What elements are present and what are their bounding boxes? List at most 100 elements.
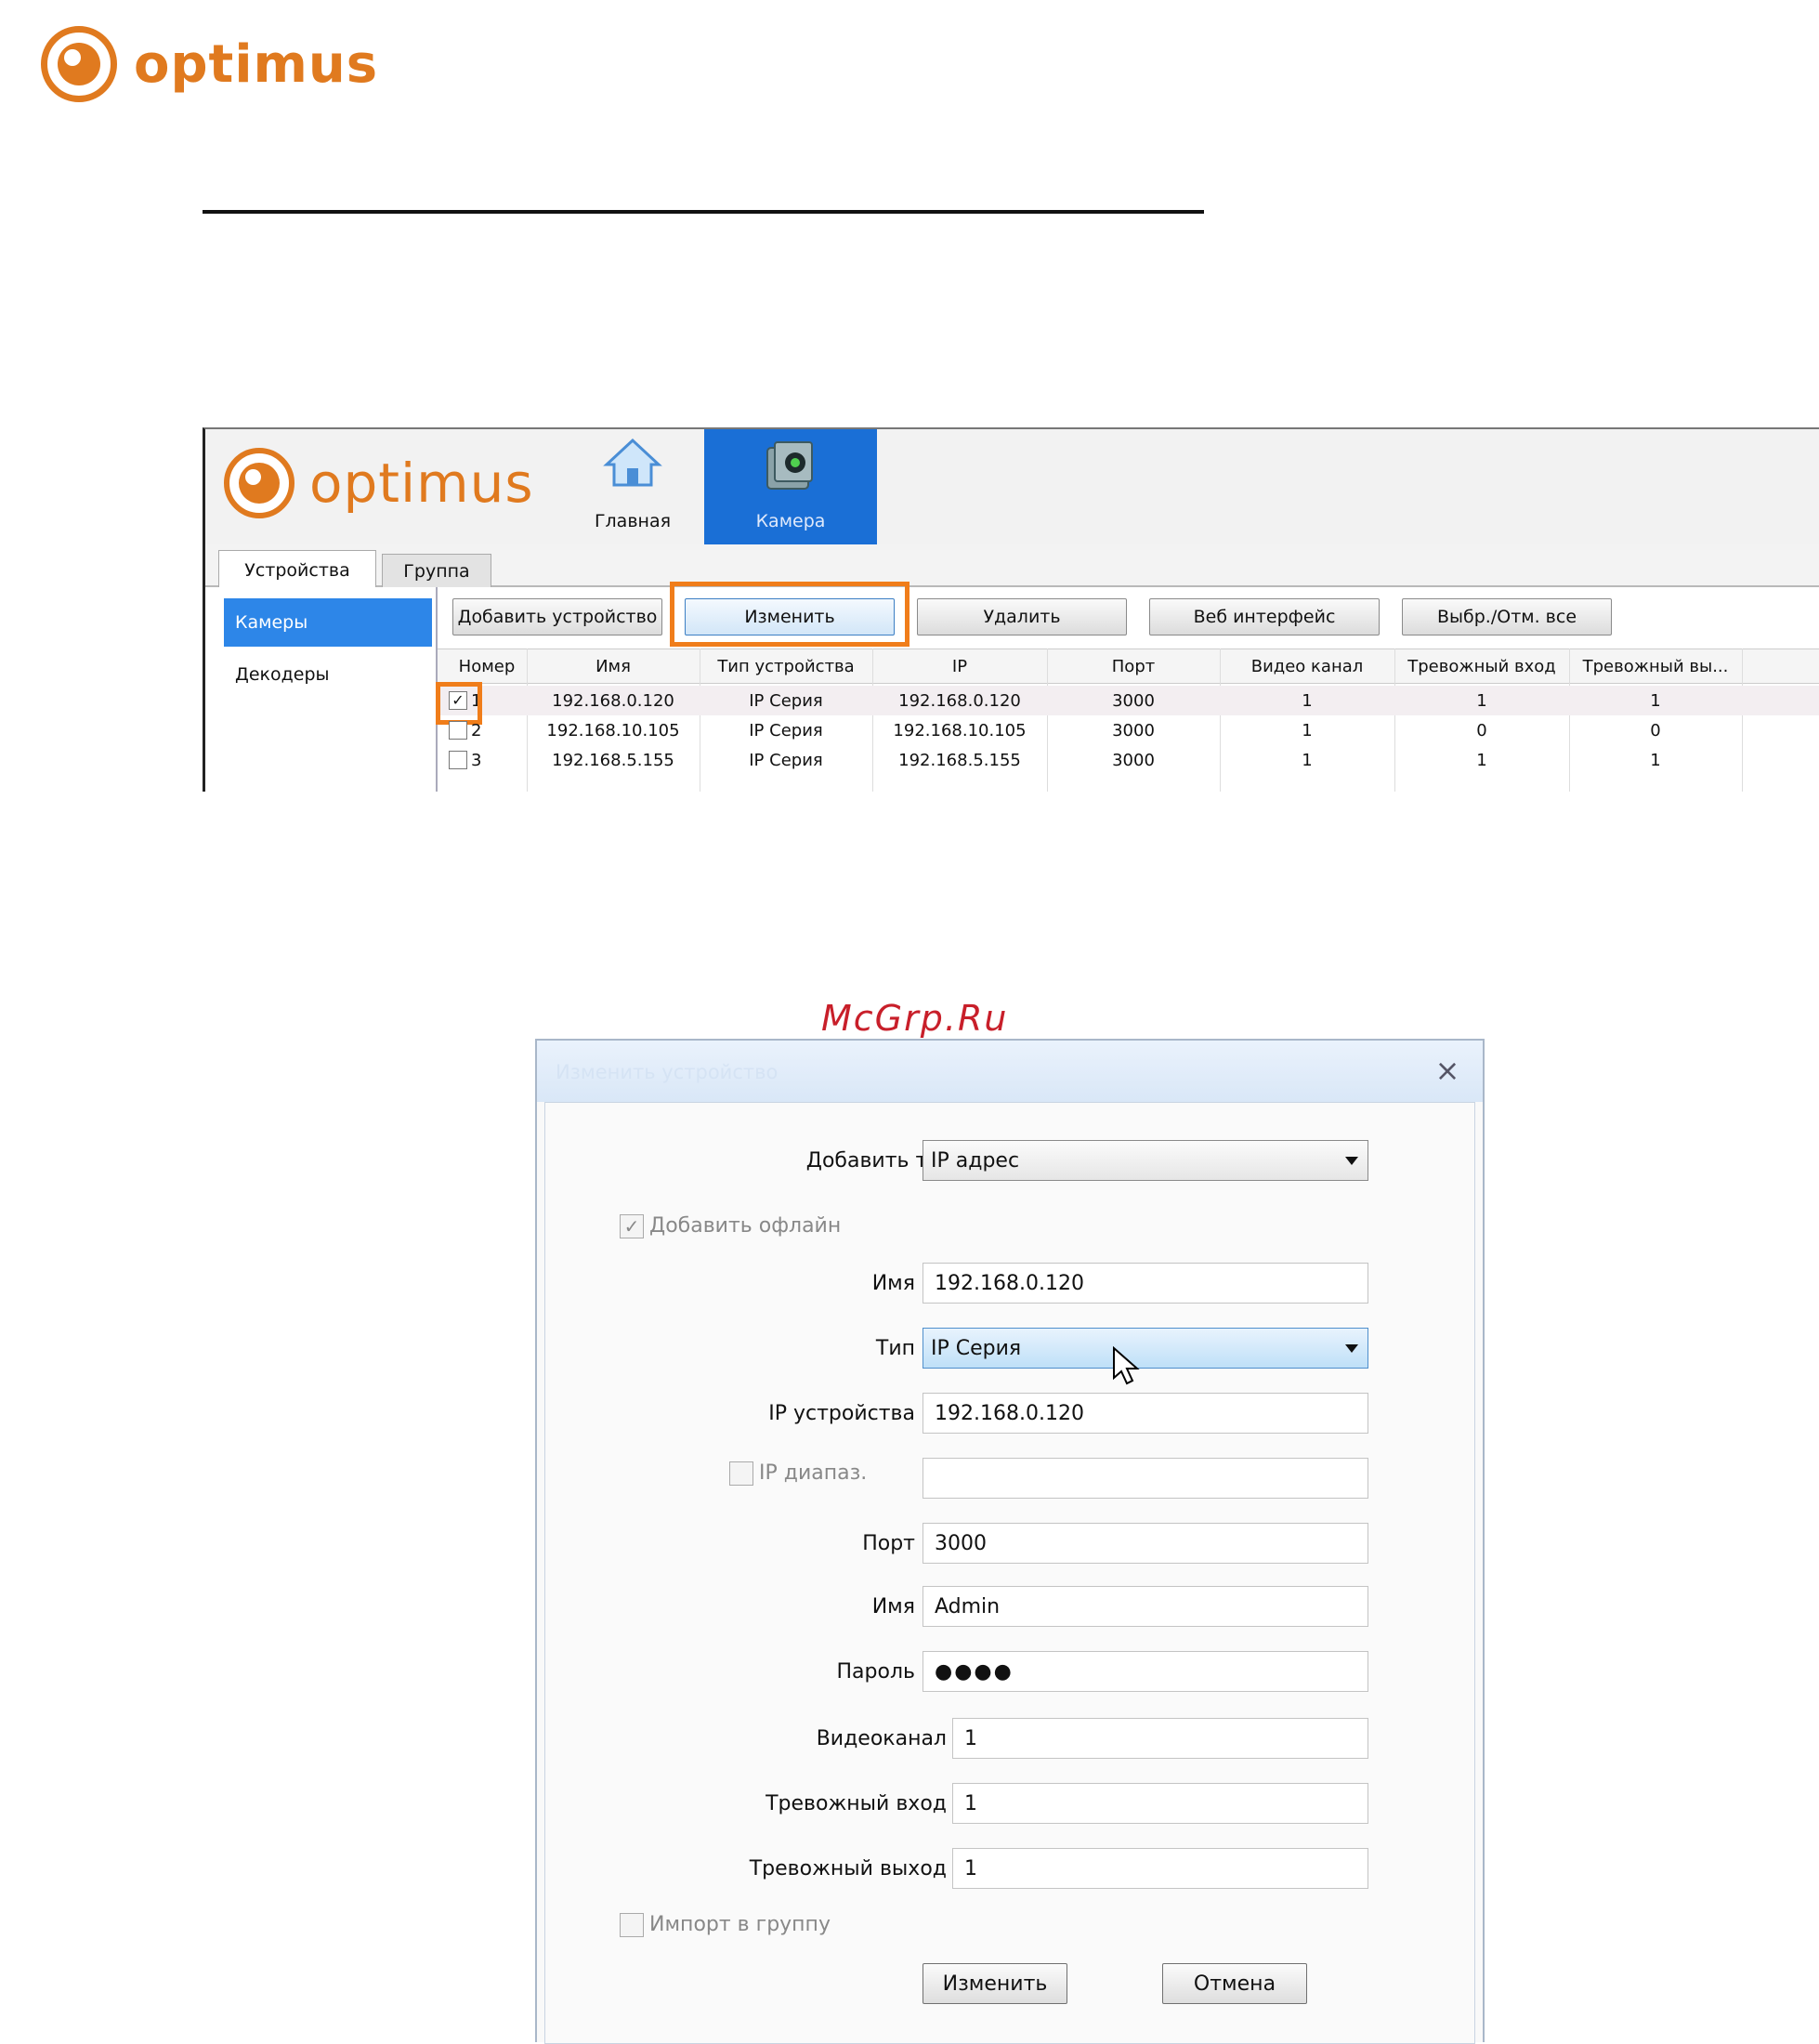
row-name: 192.168.0.120 <box>552 691 674 711</box>
device-ip-label: IP устройства <box>768 1402 915 1425</box>
device-ip-field[interactable]: 192.168.0.120 <box>923 1393 1368 1434</box>
password-field[interactable]: ●●●● <box>923 1651 1368 1692</box>
import-group-checkbox[interactable] <box>620 1913 644 1937</box>
col-ip[interactable]: IP <box>872 657 1047 676</box>
row-alarm-out: 1 <box>1650 751 1661 770</box>
col-device-type[interactable]: Тип устройства <box>700 657 872 676</box>
row-type: IP Серия <box>749 721 823 740</box>
brand-logo: optimus <box>41 24 394 104</box>
brand-name: optimus <box>134 33 379 95</box>
row-ip: 192.168.5.155 <box>898 751 1021 770</box>
col-port[interactable]: Порт <box>1047 657 1220 676</box>
home-icon <box>603 438 662 487</box>
add-device-button[interactable]: Добавить устройство <box>452 598 662 635</box>
nav-camera[interactable]: Камера <box>704 429 877 544</box>
nav-home-label: Главная <box>594 511 672 531</box>
alarm-out-field[interactable]: 1 <box>952 1848 1368 1889</box>
row-video: 1 <box>1302 691 1313 711</box>
select-all-button[interactable]: Выбр./Отм. все <box>1402 598 1612 635</box>
add-offline-checkbox[interactable]: ✓ <box>620 1214 644 1238</box>
table-row[interactable]: ✓ 1 192.168.0.120 IP Серия 192.168.0.120… <box>438 686 1819 715</box>
alarm-in-field[interactable]: 1 <box>952 1783 1368 1824</box>
row-checkbox[interactable] <box>449 751 467 769</box>
port-field[interactable]: 3000 <box>923 1523 1368 1564</box>
tab-devices[interactable]: Устройства <box>218 550 376 589</box>
row-number: 3 <box>471 751 482 770</box>
nav-home[interactable]: Главная <box>558 429 707 544</box>
tab-strip: Устройства Группа <box>205 544 1819 589</box>
section-divider <box>203 210 1204 214</box>
col-name[interactable]: Имя <box>527 657 700 676</box>
add-type-select[interactable]: IP адрес <box>923 1140 1368 1181</box>
device-table-header: Номер Имя Тип устройства IP Порт Видео к… <box>438 649 1819 684</box>
row-ip: 192.168.10.105 <box>893 721 1027 740</box>
type-label: Тип <box>875 1337 915 1360</box>
row-ip: 192.168.0.120 <box>898 691 1021 711</box>
watermark: McGrp.Ru <box>821 998 1009 1039</box>
video-channel-field[interactable]: 1 <box>952 1718 1368 1759</box>
col-video-channel[interactable]: Видео канал <box>1220 657 1394 676</box>
row-video: 1 <box>1302 751 1313 770</box>
nav-camera-label: Камера <box>755 511 826 531</box>
close-icon[interactable]: × <box>1427 1050 1468 1091</box>
app-logo: optimus <box>224 446 534 520</box>
user-field[interactable]: Admin <box>923 1586 1368 1627</box>
mouse-cursor-icon <box>1113 1346 1140 1385</box>
port-label: Порт <box>862 1532 915 1555</box>
row-alarm-in: 0 <box>1476 721 1487 740</box>
alarm-out-label: Тревожный выход <box>749 1857 947 1880</box>
optimus-logo-icon <box>41 26 117 102</box>
row-alarm-out: 1 <box>1650 691 1661 711</box>
type-select[interactable]: IP Серия <box>923 1328 1368 1369</box>
ip-range-label: IP диапаз. <box>759 1461 868 1485</box>
row-name: 192.168.5.155 <box>552 751 674 770</box>
app-window: optimus Главная Камера Устройства Группа… <box>203 427 1819 792</box>
dialog-body: Добавить тип IP адрес ✓ Добавить офлайн … <box>544 1102 1475 2044</box>
row-video: 1 <box>1302 721 1313 740</box>
add-type-value: IP адрес <box>931 1148 1020 1173</box>
name-label: Имя <box>871 1272 915 1295</box>
tab-group[interactable]: Группа <box>382 554 491 587</box>
row-alarm-in: 1 <box>1476 751 1487 770</box>
dialog-title: Изменить устройство <box>556 1061 779 1083</box>
ip-range-field[interactable] <box>923 1458 1368 1499</box>
table-row[interactable]: 2 192.168.10.105 IP Серия 192.168.10.105… <box>438 715 1819 745</box>
row-type: IP Серия <box>749 751 823 770</box>
sidebar-item-decoders[interactable]: Декодеры <box>224 650 432 699</box>
optimus-logo-icon <box>224 448 294 518</box>
row-port: 3000 <box>1112 691 1155 711</box>
ip-range-checkbox[interactable] <box>729 1461 753 1486</box>
camera-icon <box>766 441 813 490</box>
row-number: 2 <box>471 721 482 740</box>
row-alarm-in: 1 <box>1476 691 1487 711</box>
table-row[interactable]: 3 192.168.5.155 IP Серия 192.168.5.155 3… <box>438 745 1819 775</box>
row-name: 192.168.10.105 <box>546 721 680 740</box>
row-alarm-out: 0 <box>1650 721 1661 740</box>
chevron-down-icon <box>1345 1344 1358 1353</box>
delete-button[interactable]: Удалить <box>917 598 1127 635</box>
row-type: IP Серия <box>749 691 823 711</box>
cancel-button[interactable]: Отмена <box>1162 1963 1307 2004</box>
name-field[interactable]: 192.168.0.120 <box>923 1263 1368 1304</box>
type-value: IP Серия <box>931 1336 1022 1360</box>
col-alarm-in[interactable]: Тревожный вход <box>1394 657 1569 676</box>
video-channel-label: Видеоканал <box>816 1727 947 1750</box>
col-alarm-out[interactable]: Тревожный вы... <box>1569 657 1742 676</box>
edit-device-dialog: Изменить устройство × Добавить тип IP ад… <box>535 1039 1485 2044</box>
save-button[interactable]: Изменить <box>923 1963 1067 2004</box>
app-header: optimus Главная Камера <box>205 429 1819 544</box>
web-interface-button[interactable]: Веб интерфейс <box>1149 598 1380 635</box>
password-label: Пароль <box>836 1660 915 1684</box>
add-offline-label: Добавить офлайн <box>649 1214 842 1238</box>
user-label: Имя <box>871 1595 915 1618</box>
edit-button[interactable]: Изменить <box>685 598 895 635</box>
col-number[interactable]: Номер <box>445 657 529 676</box>
app-brand-name: optimus <box>309 452 534 515</box>
sidebar-item-cameras[interactable]: Камеры <box>224 598 432 647</box>
sidebar: Камеры Декодеры <box>216 587 438 792</box>
dialog-titlebar: Изменить устройство × <box>537 1041 1483 1102</box>
chevron-down-icon <box>1345 1157 1358 1165</box>
row-port: 3000 <box>1112 721 1155 740</box>
row-checkbox[interactable] <box>449 721 467 740</box>
alarm-in-label: Тревожный вход <box>766 1792 947 1815</box>
